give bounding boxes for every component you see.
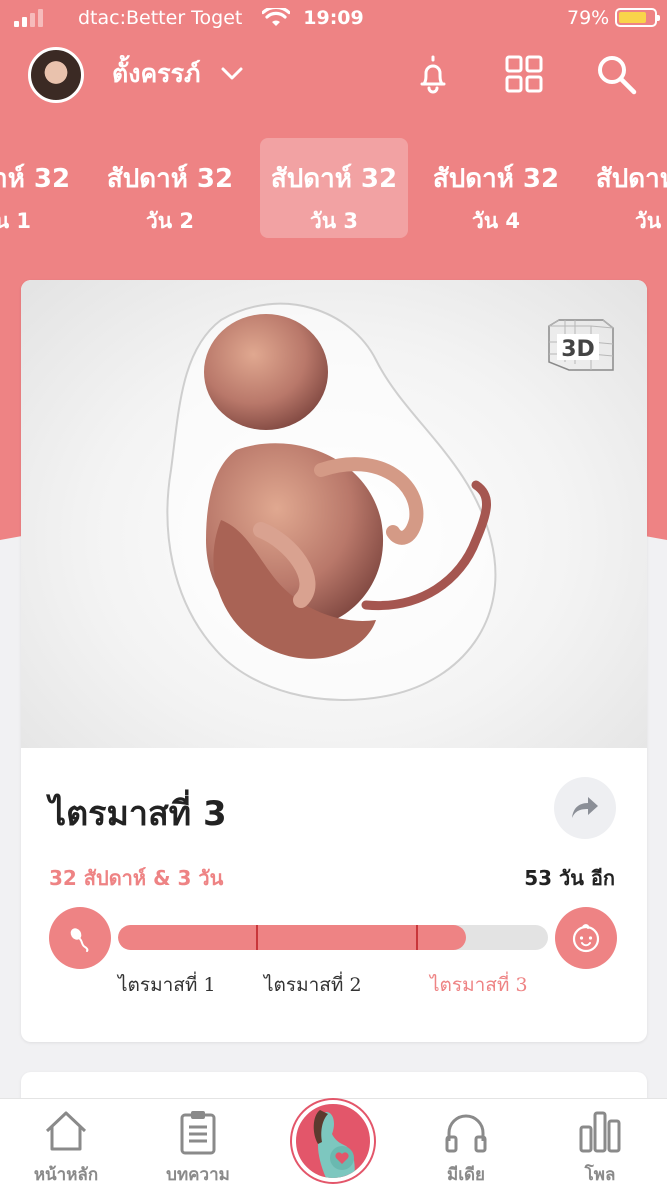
week-tab-day-4[interactable]: สัปดาห์ 32 วัน 4 bbox=[422, 138, 570, 238]
sperm-icon-button[interactable] bbox=[49, 907, 111, 969]
day-label: วัน 2 bbox=[145, 209, 195, 233]
headphones-icon bbox=[445, 1114, 487, 1153]
week-day-selector: สัปดาห์ 32 วัน 1 สัปดาห์ 32 วัน 2 สัปดาห… bbox=[0, 138, 667, 238]
trimester-2-label: ไตรมาสที่ 2 bbox=[264, 974, 362, 996]
app-header: ตั้งครรภ์ bbox=[0, 42, 667, 108]
trimester-3-label: ไตรมาสที่ 3 bbox=[430, 974, 528, 996]
bell-icon[interactable] bbox=[411, 52, 455, 96]
baby-icon-button[interactable] bbox=[555, 907, 617, 969]
sperm-icon bbox=[70, 928, 89, 952]
week-label: สัปดาห์ 32 bbox=[106, 164, 234, 194]
pregnancy-progress-card: 3D ไตรมาสที่ 3 32 สัปดาห์ & 3 วัน 53 วัน… bbox=[21, 280, 647, 1042]
status-bar: dtac:Better Toget 19:09 79% bbox=[0, 0, 667, 38]
week-tab-day-5[interactable]: สัปดาห์ 32 วัน 5 bbox=[585, 138, 667, 238]
bar-chart-icon bbox=[579, 1111, 621, 1153]
nav-articles-label: บทความ bbox=[166, 1165, 230, 1185]
grid-menu-icon[interactable] bbox=[502, 52, 546, 96]
trimester-title: ไตรมาสที่ 3 bbox=[49, 794, 227, 834]
battery-icon bbox=[615, 8, 660, 27]
week-tab-day-2[interactable]: สัปดาห์ 32 วัน 2 bbox=[96, 138, 244, 238]
battery-percent: 79% bbox=[567, 7, 610, 29]
week-label: สัปดาห์ 32 bbox=[595, 164, 667, 194]
pregnancy-progress-bar bbox=[118, 925, 548, 950]
3d-view-icon[interactable]: 3D bbox=[545, 312, 617, 378]
clipboard-icon bbox=[180, 1111, 216, 1155]
pregnancy-center-button[interactable] bbox=[292, 1100, 374, 1182]
day-label: วัน 1 bbox=[0, 209, 32, 233]
nav-articles[interactable]: บทความ bbox=[138, 1099, 258, 1186]
share-button[interactable] bbox=[554, 777, 616, 839]
3d-badge-label: 3D bbox=[561, 337, 595, 362]
nav-home[interactable]: หน้าหลัก bbox=[6, 1099, 126, 1186]
chevron-down-icon[interactable] bbox=[220, 62, 244, 86]
share-arrow-icon bbox=[572, 797, 598, 818]
nav-polls-label: โพล bbox=[584, 1165, 616, 1185]
home-icon bbox=[45, 1111, 87, 1151]
trimester-divider bbox=[416, 925, 418, 950]
day-label: วัน 5 bbox=[634, 209, 667, 233]
nav-home-label: หน้าหลัก bbox=[33, 1165, 99, 1185]
nav-media[interactable]: มีเดีย bbox=[406, 1099, 526, 1186]
pregnant-woman-icon bbox=[313, 1110, 355, 1178]
nav-media-label: มีเดีย bbox=[446, 1165, 486, 1185]
fetus-3d-image[interactable]: 3D bbox=[21, 280, 647, 748]
week-label: สัปดาห์ 32 bbox=[0, 164, 71, 194]
trimester-divider bbox=[256, 925, 258, 950]
day-label: วัน 3 bbox=[309, 209, 359, 233]
day-label: วัน 4 bbox=[471, 209, 521, 233]
progress-fill bbox=[118, 925, 467, 950]
week-label: สัปดาห์ 32 bbox=[270, 164, 398, 194]
baby-face-icon bbox=[572, 924, 600, 953]
avatar[interactable] bbox=[28, 47, 84, 103]
trimester-1-label: ไตรมาสที่ 1 bbox=[118, 974, 216, 996]
week-tab-day-3[interactable]: สัปดาห์ 32 วัน 3 bbox=[260, 138, 408, 238]
nav-polls[interactable]: โพล bbox=[540, 1099, 660, 1186]
profile-name[interactable]: ตั้งครรภ์ bbox=[112, 54, 201, 94]
pregnancy-age: 32 สัปดาห์ & 3 วัน bbox=[49, 866, 224, 890]
week-label: สัปดาห์ 32 bbox=[432, 164, 560, 194]
week-tab-day-1[interactable]: สัปดาห์ 32 วัน 1 bbox=[0, 138, 81, 238]
search-icon[interactable] bbox=[594, 52, 638, 96]
days-remaining: 53 วัน อีก bbox=[524, 866, 615, 890]
